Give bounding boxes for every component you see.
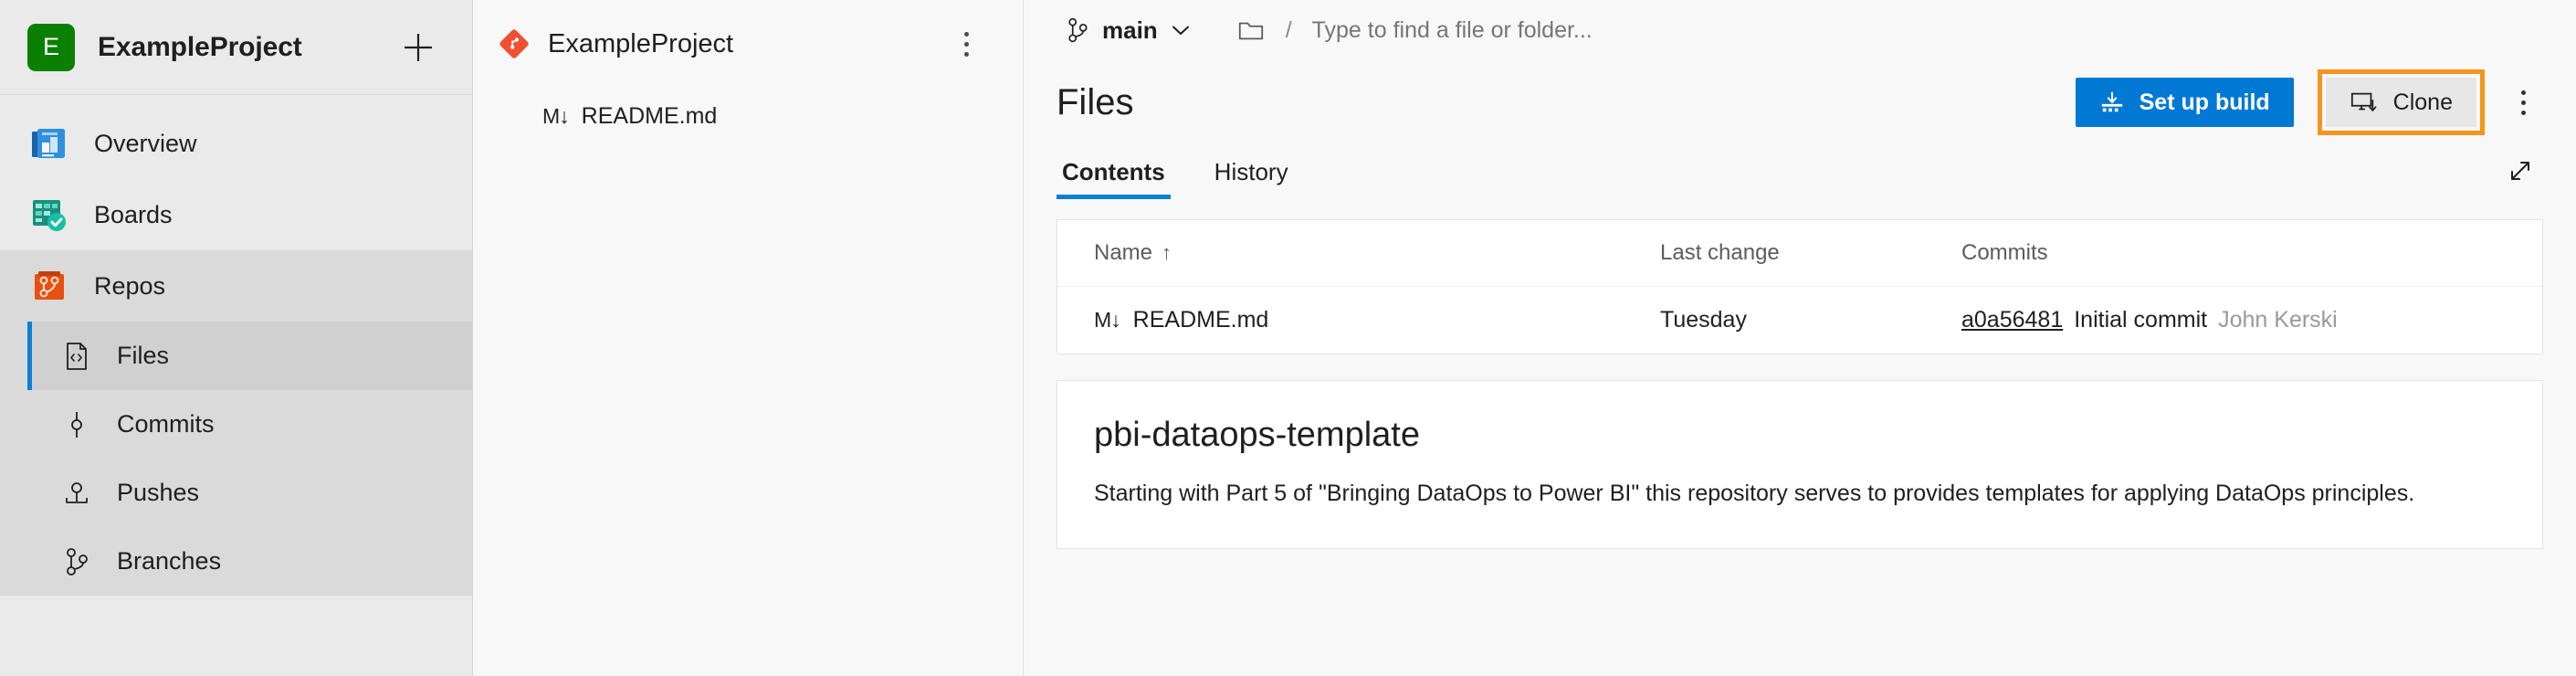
kebab-dot [2520, 100, 2526, 105]
column-label: Last change [1660, 240, 1780, 265]
tab-label: Contents [1062, 158, 1165, 185]
commits-icon [59, 407, 94, 442]
repos-icon [27, 264, 71, 308]
sidebar-item-pushes[interactable]: Pushes [27, 459, 472, 527]
sidebar-item-label: Overview [94, 129, 197, 157]
sidebar-item-label: Repos [94, 271, 166, 300]
kebab-dot [963, 41, 969, 47]
page-more-actions-button[interactable] [2503, 78, 2543, 127]
monitor-download-icon [2350, 89, 2377, 116]
page-header: Files Set up build Clone [1024, 66, 2576, 139]
sidebar-item-commits[interactable]: Commits [27, 390, 472, 459]
clone-label: Clone [2392, 89, 2453, 115]
column-header-last-change[interactable]: Last change [1660, 220, 1961, 287]
build-icon [2099, 90, 2125, 115]
sidebar-item-label: Files [117, 342, 170, 369]
file-tree-more-button[interactable] [946, 20, 986, 68]
clone-button-highlight: Clone [2317, 69, 2485, 135]
sidebar-item-label: Boards [94, 200, 173, 228]
sidebar-item-label: Pushes [117, 479, 200, 506]
sidebar-item-label: Commits [117, 410, 215, 438]
main-content: main / Files [1024, 0, 2576, 676]
table-header-row: Name ↑ Last change Commits [1057, 220, 2542, 287]
expand-diagonal-icon[interactable] [2497, 148, 2543, 194]
pushes-icon [59, 476, 94, 511]
branch-icon [1064, 16, 1091, 44]
column-header-name[interactable]: Name ↑ [1057, 220, 1660, 287]
column-label: Commits [1961, 240, 2048, 265]
tab-bar: Contents History [1024, 139, 2576, 199]
sidebar-item-repos[interactable]: Repos [0, 250, 472, 322]
table-row[interactable]: M↓ README.md Tuesday a0a56481 Initial com… [1057, 287, 2542, 354]
commit-message: Initial commit [2074, 307, 2208, 333]
commit-author: John Kerski [2218, 307, 2338, 333]
file-tree-panel: ExampleProject M↓ README.md [473, 0, 1024, 676]
tab-contents[interactable]: Contents [1057, 158, 1171, 199]
branch-name: main [1102, 16, 1158, 44]
kebab-dot [963, 51, 969, 57]
tab-label: History [1214, 158, 1288, 185]
project-avatar: E [27, 23, 75, 71]
cell-file-name: M↓ README.md [1057, 287, 1660, 354]
files-icon [59, 339, 94, 374]
files-table: Name ↑ Last change Commits M↓ README.md … [1057, 220, 2542, 354]
add-new-button[interactable] [397, 26, 439, 69]
file-tree-item-label: README.md [581, 102, 718, 129]
set-up-build-button[interactable]: Set up build [2075, 78, 2294, 127]
overview-icon [27, 121, 71, 165]
chevron-down-icon [1169, 18, 1193, 42]
readme-title: pbi-dataops-template [1094, 416, 1420, 454]
breadcrumb-separator: / [1285, 16, 1292, 43]
branch-selector[interactable]: main [1055, 11, 1202, 50]
project-name: ExampleProject [98, 31, 302, 62]
kebab-dot [2520, 90, 2526, 95]
sidebar-item-boards[interactable]: Boards [0, 179, 472, 250]
column-label: Name [1094, 240, 1153, 265]
git-repo-icon [499, 28, 530, 59]
sidebar-nav: Overview Boards Repos Files Commits Push… [0, 95, 472, 596]
cell-commits: a0a56481 Initial commit John Kerski [1961, 287, 2542, 354]
set-up-build-label: Set up build [2139, 89, 2270, 115]
sidebar-item-files[interactable]: Files [27, 322, 472, 390]
file-tree-repo-name: ExampleProject [548, 28, 734, 58]
repos-sub-nav: Files Commits Pushes Branches [0, 322, 472, 596]
boards-icon [27, 193, 71, 237]
sidebar-item-branches[interactable]: Branches [27, 527, 472, 596]
page-title: Files [1057, 81, 1134, 122]
readme-preview-card: pbi-dataops-template Starting with Part … [1057, 380, 2543, 549]
cell-last-change: Tuesday [1660, 307, 1747, 333]
tab-history[interactable]: History [1209, 158, 1294, 199]
project-header: E ExampleProject [0, 0, 472, 95]
kebab-dot [2520, 110, 2526, 115]
clone-button[interactable]: Clone [2325, 78, 2476, 127]
left-sidebar: E ExampleProject Overview Boards Repos F… [0, 0, 473, 676]
file-tree-item-readme[interactable]: M↓ README.md [473, 88, 1023, 144]
azure-devops-repos-page: E ExampleProject Overview Boards Repos F… [0, 0, 2576, 676]
markdown-icon: M↓ [1094, 308, 1121, 332]
readme-body: Starting with Part 5 of "Bringing DataOp… [1094, 481, 2415, 506]
markdown-icon: M↓ [542, 103, 570, 128]
sidebar-item-overview[interactable]: Overview [0, 108, 472, 179]
commit-hash-link[interactable]: a0a56481 [1961, 307, 2063, 333]
kebab-dot [963, 31, 969, 37]
repos-group: Repos Files Commits Pushes Branches [0, 250, 472, 596]
plus-icon [405, 33, 432, 61]
sort-ascending-icon: ↑ [1162, 241, 1172, 264]
breadcrumb: main / [1024, 0, 2576, 60]
files-table-card: Name ↑ Last change Commits M↓ README.md … [1057, 219, 2543, 354]
file-name-link[interactable]: README.md [1133, 307, 1269, 333]
sidebar-item-label: Branches [117, 547, 222, 575]
folder-icon[interactable] [1236, 16, 1266, 45]
column-header-commits[interactable]: Commits [1961, 220, 2542, 287]
file-tree-header: ExampleProject [473, 0, 1023, 88]
file-search-input[interactable] [1311, 16, 1951, 44]
branches-icon [59, 544, 94, 579]
